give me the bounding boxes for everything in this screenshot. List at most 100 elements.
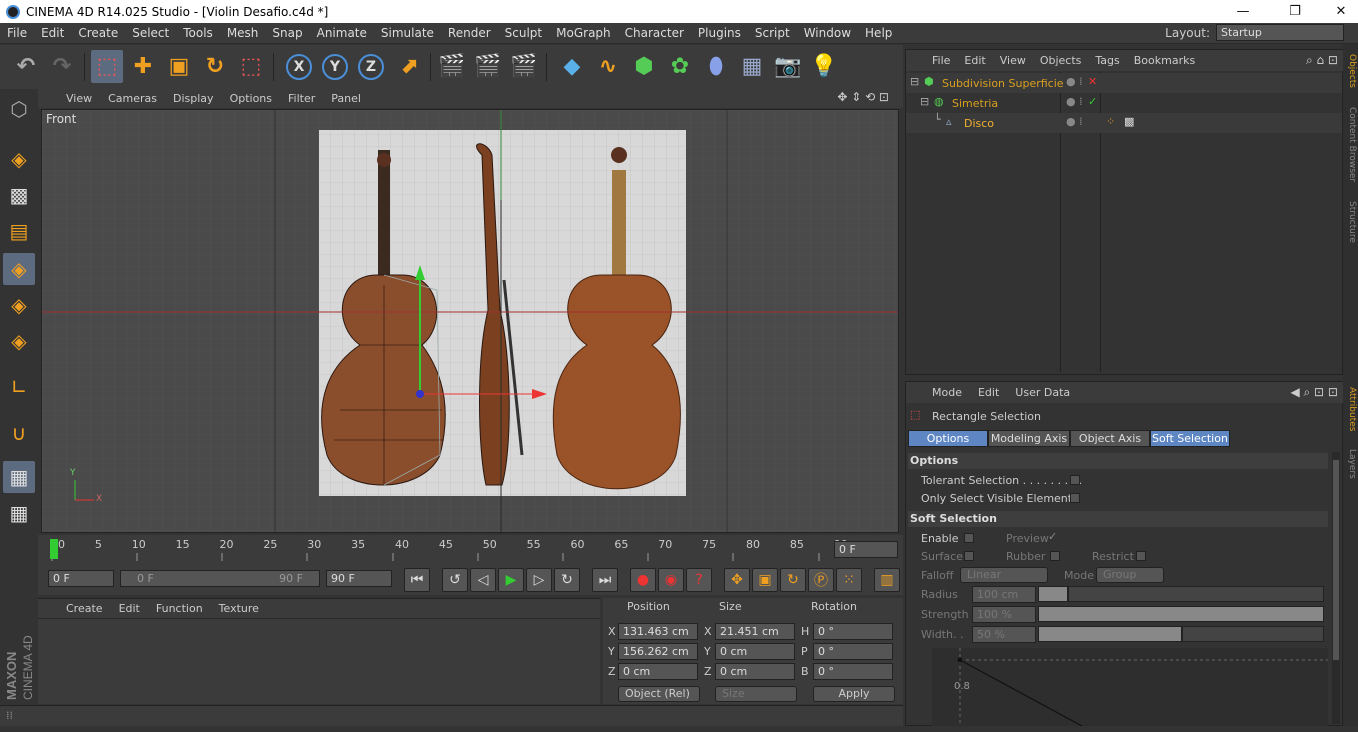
menu-help[interactable]: Help bbox=[858, 26, 899, 40]
move-icon[interactable]: ✚ bbox=[127, 50, 159, 83]
attribute-scrollbar[interactable] bbox=[1332, 452, 1340, 724]
object-name[interactable]: Disco bbox=[964, 117, 994, 130]
size-x-field[interactable]: 21.451 cm bbox=[715, 623, 795, 640]
undo-icon[interactable]: ↶ bbox=[10, 50, 42, 83]
make-editable-icon[interactable]: ⬡ bbox=[3, 93, 35, 125]
cube-icon[interactable]: ◆ bbox=[556, 50, 588, 83]
viewport-menu-filter[interactable]: Filter bbox=[288, 92, 315, 105]
tab-layers-vertical[interactable]: Layers bbox=[1344, 444, 1357, 484]
recent-tool-icon[interactable]: ⬚ bbox=[235, 50, 267, 83]
snap-magnet-icon[interactable]: ∪ bbox=[3, 417, 35, 449]
object-menu-file[interactable]: File bbox=[932, 54, 950, 67]
object-menu-edit[interactable]: Edit bbox=[964, 54, 985, 67]
menu-character[interactable]: Character bbox=[618, 26, 691, 40]
attribute-nav-icons[interactable]: ◀ ⌕ ⊡ ⊡ bbox=[1290, 385, 1338, 400]
rotate-icon[interactable]: ↻ bbox=[199, 50, 231, 83]
play-icon[interactable]: ▶ bbox=[498, 568, 524, 592]
frame-range-slider[interactable]: 0 F 90 F bbox=[120, 570, 320, 587]
menu-edit[interactable]: Edit bbox=[34, 26, 71, 40]
apply-button[interactable]: Apply bbox=[813, 686, 895, 702]
maximize-button[interactable]: ❐ bbox=[1272, 0, 1318, 23]
enable-checkbox[interactable] bbox=[964, 533, 974, 543]
viewport-menu-panel[interactable]: Panel bbox=[331, 92, 361, 105]
attribute-menu-user-data[interactable]: User Data bbox=[1015, 386, 1070, 399]
menu-select[interactable]: Select bbox=[125, 26, 176, 40]
viewport-menu-cameras[interactable]: Cameras bbox=[108, 92, 157, 105]
live-selection-icon[interactable]: ⬚ bbox=[91, 50, 123, 83]
object-menu-bookmarks[interactable]: Bookmarks bbox=[1134, 54, 1195, 67]
material-menu-function[interactable]: Function bbox=[156, 602, 203, 615]
scrollbar-thumb[interactable] bbox=[1333, 460, 1339, 660]
restrict-checkbox[interactable] bbox=[1136, 551, 1146, 561]
width-slider-track[interactable] bbox=[1182, 626, 1324, 642]
object-row-disco[interactable]: └ ▵ Disco ● ⁞ ⁘ ▩ bbox=[906, 113, 1342, 133]
radius-slider-track[interactable] bbox=[1068, 586, 1324, 602]
model-mode-icon[interactable]: ◈ bbox=[3, 143, 35, 175]
preview-check-icon[interactable]: ✓ bbox=[1048, 530, 1057, 543]
object-menu-objects[interactable]: Objects bbox=[1040, 54, 1082, 67]
menu-script[interactable]: Script bbox=[748, 26, 797, 40]
close-button[interactable]: ✕ bbox=[1318, 0, 1358, 23]
visibility-dots-icon[interactable]: ● ⁞ bbox=[1066, 95, 1083, 108]
radius-slider[interactable] bbox=[1038, 586, 1068, 602]
object-row-simetria[interactable]: ⊟ ◍ Simetria ● ⁞ ✓ bbox=[906, 93, 1342, 113]
material-menu-edit[interactable]: Edit bbox=[119, 602, 140, 615]
x-axis-button[interactable]: X bbox=[283, 50, 315, 83]
enabled-check-icon[interactable]: ✓ bbox=[1088, 95, 1097, 108]
menu-mograph[interactable]: MoGraph bbox=[549, 26, 618, 40]
tab-structure-vertical[interactable]: Structure bbox=[1344, 196, 1357, 248]
key-parameter-icon[interactable]: Ⓟ bbox=[808, 568, 834, 592]
workplane-icon[interactable]: ▤ bbox=[3, 215, 35, 247]
size-y-field[interactable]: 0 cm bbox=[715, 643, 795, 660]
object-row-subdivision[interactable]: ⊟ ⬢ Subdivision Superficie ● ⁞ ✕ bbox=[906, 73, 1342, 93]
tab-objects-vertical[interactable]: Objects bbox=[1344, 50, 1357, 92]
disabled-x-icon[interactable]: ✕ bbox=[1088, 75, 1097, 88]
material-menu-texture[interactable]: Texture bbox=[219, 602, 259, 615]
viewport-menu-view[interactable]: View bbox=[66, 92, 92, 105]
menu-window[interactable]: Window bbox=[797, 26, 858, 40]
object-menu-view[interactable]: View bbox=[1000, 54, 1026, 67]
goto-start-icon[interactable]: ⏮ bbox=[404, 568, 430, 592]
floor-icon[interactable]: ▦ bbox=[736, 50, 768, 83]
step-forward-icon[interactable]: ▷ bbox=[526, 568, 552, 592]
pos-y-field[interactable]: 156.262 cm bbox=[618, 643, 698, 660]
object-name[interactable]: Subdivision Superficie bbox=[942, 77, 1064, 90]
width-field[interactable]: 50 % bbox=[972, 626, 1036, 643]
loop-forward-icon[interactable]: ↻ bbox=[554, 568, 580, 592]
autokey-icon[interactable]: ◉ bbox=[658, 568, 684, 592]
axis-mode-icon[interactable]: ∟ bbox=[3, 371, 35, 403]
key-scale-icon[interactable]: ▣ bbox=[752, 568, 778, 592]
front-viewport[interactable]: Front Y X bbox=[41, 109, 899, 533]
tab-modeling-axis[interactable]: Modeling Axis bbox=[988, 430, 1070, 447]
redo-icon[interactable]: ↷ bbox=[46, 50, 78, 83]
expand-icon[interactable]: ⊟ bbox=[910, 75, 919, 88]
menu-mesh[interactable]: Mesh bbox=[220, 26, 266, 40]
locked-workplane-icon[interactable]: ▦ bbox=[3, 461, 35, 493]
object-search-icons[interactable]: ⌕ ⌂ ⊡ bbox=[1306, 53, 1338, 68]
points-mode-icon[interactable]: ◈ bbox=[3, 253, 35, 285]
object-menu-tags[interactable]: Tags bbox=[1095, 54, 1119, 67]
render-view-icon[interactable]: 🎬 bbox=[436, 50, 468, 83]
menu-sculpt[interactable]: Sculpt bbox=[498, 26, 549, 40]
tab-attributes-vertical[interactable]: Attributes bbox=[1344, 382, 1357, 436]
tab-options[interactable]: Options bbox=[908, 430, 988, 447]
polygons-mode-icon[interactable]: ◈ bbox=[3, 325, 35, 357]
layout-dropdown[interactable]: Startup bbox=[1216, 24, 1344, 41]
step-back-icon[interactable]: ◁ bbox=[470, 568, 496, 592]
menu-tools[interactable]: Tools bbox=[176, 26, 220, 40]
key-position-icon[interactable]: ✥ bbox=[724, 568, 750, 592]
key-rotation-icon[interactable]: ↻ bbox=[780, 568, 806, 592]
edges-mode-icon[interactable]: ◈ bbox=[3, 289, 35, 321]
pos-x-field[interactable]: 131.463 cm bbox=[618, 623, 698, 640]
spline-pen-icon[interactable]: ∿ bbox=[592, 50, 624, 83]
expand-icon[interactable]: ⊟ bbox=[920, 95, 929, 108]
z-axis-button[interactable]: Z bbox=[355, 50, 387, 83]
goto-end-icon[interactable]: ⏭ bbox=[592, 568, 618, 592]
viewport-navigation-icons[interactable]: ✥ ⇕ ⟲ ⊡ bbox=[837, 90, 889, 104]
attribute-menu-mode[interactable]: Mode bbox=[932, 386, 962, 399]
viewport-menu-options[interactable]: Options bbox=[230, 92, 272, 105]
falloff-dropdown[interactable]: Linear bbox=[960, 567, 1048, 583]
rot-b-field[interactable]: 0 ° bbox=[813, 663, 893, 680]
texture-tag-icon[interactable]: ▩ bbox=[1124, 115, 1134, 128]
start-frame-field[interactable]: 0 F bbox=[48, 570, 114, 587]
